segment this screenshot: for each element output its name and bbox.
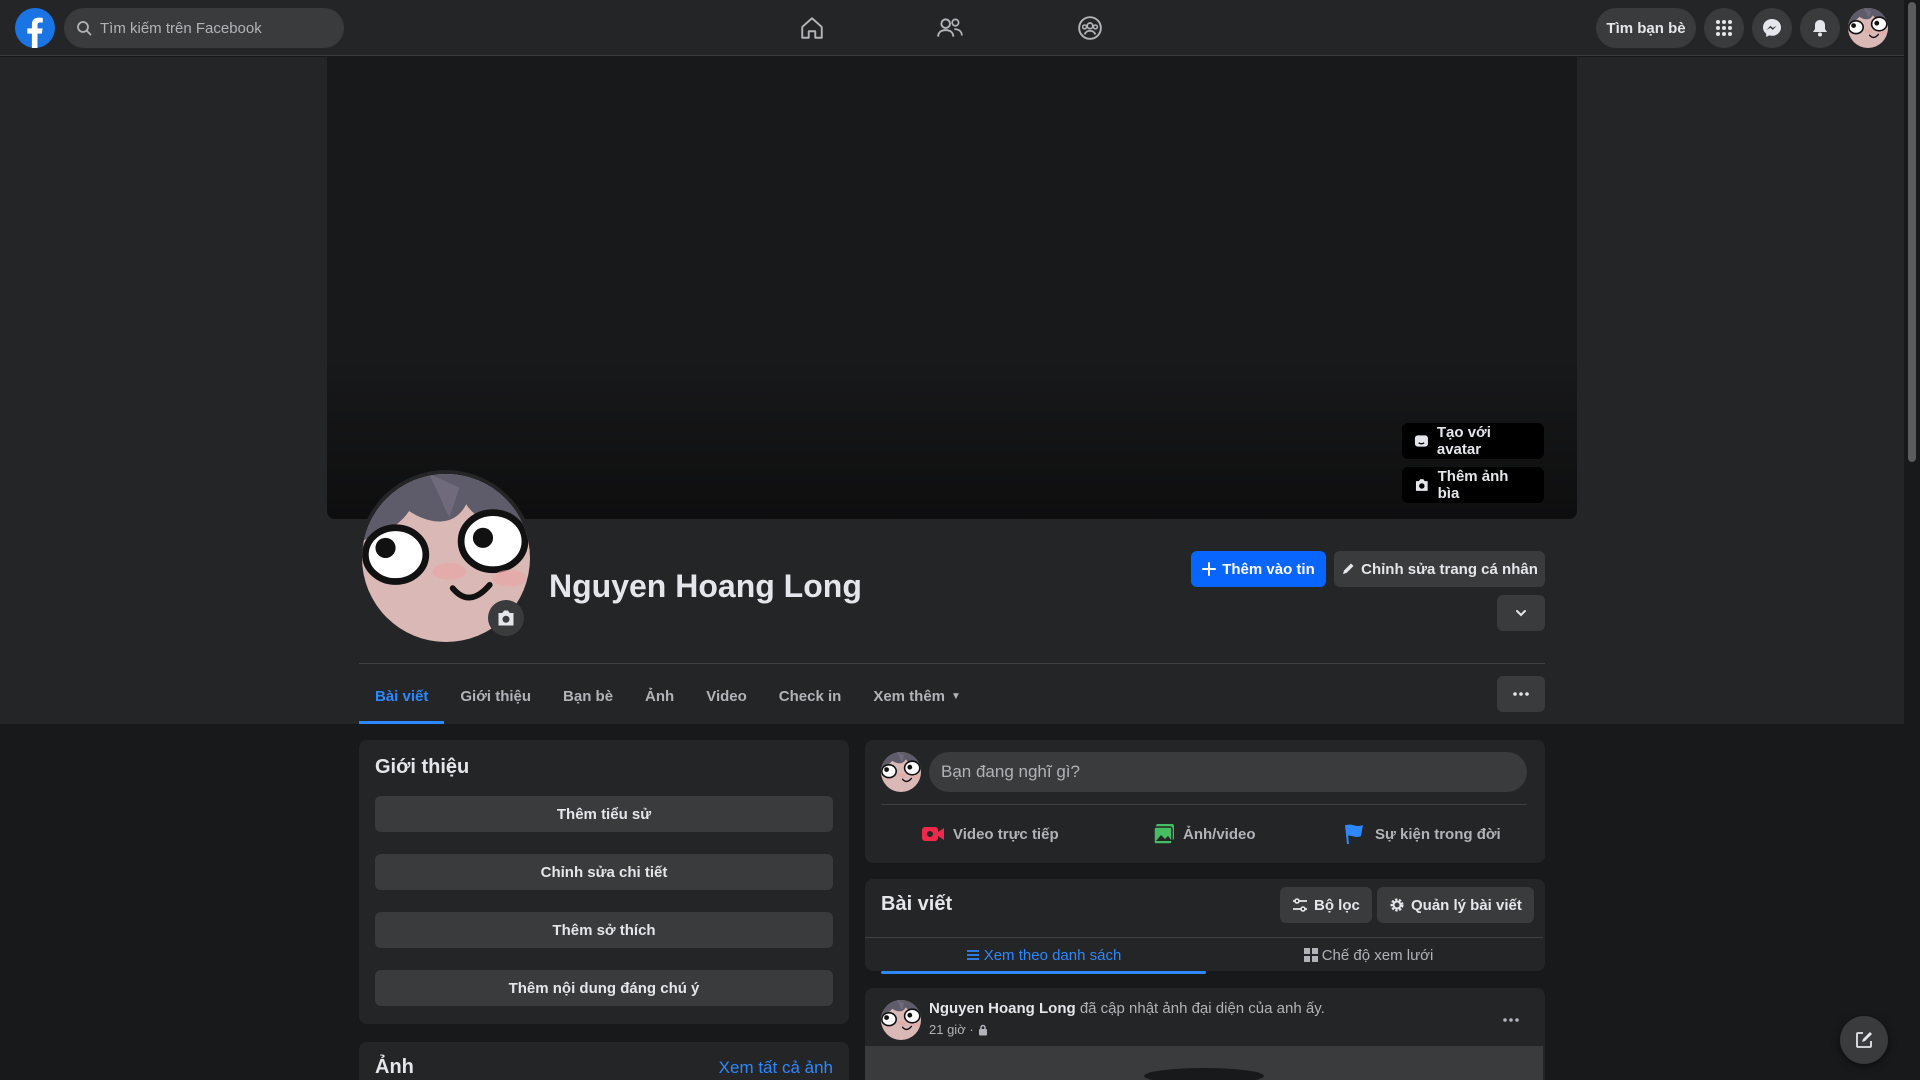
live-video-label: Video trực tiếp (953, 825, 1059, 843)
edit-profile-label: Chỉnh sửa trang cá nhân (1361, 560, 1538, 578)
search-input[interactable]: Tìm kiếm trên Facebook (64, 8, 344, 48)
grid-view-label: Chế độ xem lưới (1321, 946, 1434, 964)
grid-view-tab[interactable]: Chế độ xem lưới (1206, 937, 1531, 973)
live-video-button[interactable]: Video trực tiếp (921, 814, 1059, 854)
scrollbar-thumb[interactable] (1908, 2, 1916, 462)
flag-icon (1345, 824, 1363, 845)
find-friends-button[interactable]: Tìm bạn bè (1596, 8, 1696, 48)
chevron-down-icon[interactable] (1497, 595, 1545, 631)
active-tab-indicator (881, 971, 1206, 974)
cover-photo[interactable] (327, 57, 1577, 519)
tab-photos[interactable]: Ảnh (629, 668, 690, 724)
life-event-button[interactable]: Sự kiện trong đời (1343, 814, 1501, 854)
post-meta: 21 giờ · (929, 1022, 988, 1037)
top-navigation-bar: Tìm kiếm trên Facebook Tìm bạn bè (0, 0, 1904, 56)
profile-tabs: Bài viết Giới thiệu Bạn bè Ảnh Video Che… (359, 668, 977, 724)
tab-label: Xem thêm (873, 687, 946, 705)
tab-label: Check in (778, 687, 842, 705)
camera-icon (1415, 479, 1428, 491)
manage-posts-button[interactable]: Quản lý bài viết (1377, 887, 1534, 923)
add-cover-photo-label: Thêm ảnh bìa (1437, 468, 1509, 502)
scrollbar[interactable] (1904, 0, 1920, 1080)
friends-icon[interactable] (920, 8, 980, 48)
header-divider (359, 663, 1545, 664)
list-icon (966, 950, 979, 960)
tab-friends[interactable]: Bạn bè (547, 668, 629, 724)
tab-more[interactable]: Xem thêm ▼ (857, 668, 977, 724)
photo-video-button[interactable]: Ảnh/video (1153, 814, 1256, 854)
edit-details-button[interactable]: Chỉnh sửa chi tiết (375, 854, 833, 890)
groups-icon[interactable] (1060, 8, 1120, 48)
avatar[interactable] (1848, 8, 1888, 48)
filter-button[interactable]: Bộ lọc (1280, 887, 1372, 923)
photos-title: Ảnh (375, 1056, 414, 1078)
photo-video-label: Ảnh/video (1183, 825, 1256, 843)
plus-icon (1202, 562, 1217, 576)
posts-header-card: Bài viết Bộ lọc Quản lý bài viết Xem the… (865, 879, 1545, 974)
add-to-story-button[interactable]: Thêm vào tin (1191, 551, 1326, 587)
tab-posts[interactable]: Bài viết (359, 668, 445, 724)
post-headline: Nguyen Hoang Long đã cập nhật ảnh đại di… (929, 1000, 1325, 1017)
live-video-icon (922, 827, 944, 841)
tab-label: Ảnh (645, 687, 675, 705)
life-event-label: Sự kiện trong đời (1375, 825, 1501, 843)
post-action-text: đã cập nhật ảnh đại diện của anh ấy. (1079, 1000, 1325, 1017)
list-view-label: Xem theo danh sách (983, 946, 1122, 964)
create-with-avatar-button[interactable]: Tạo với avatar (1402, 423, 1544, 459)
search-icon (77, 21, 92, 36)
avatar[interactable] (881, 1000, 921, 1040)
avatar-sticker-icon (1414, 435, 1428, 447)
lock-icon (978, 1024, 987, 1035)
home-icon[interactable] (782, 8, 842, 48)
search-placeholder: Tìm kiếm trên Facebook (100, 19, 262, 37)
profile-name: Nguyen Hoang Long (549, 568, 862, 604)
post-image[interactable] (865, 1046, 1543, 1080)
photos-card: Ảnh Xem tất cả ảnh (359, 1042, 849, 1080)
grid-icon (1303, 948, 1318, 962)
new-message-icon[interactable] (1840, 1016, 1888, 1064)
posts-title: Bài viết (881, 893, 953, 915)
add-hobbies-button[interactable]: Thêm sở thích (375, 912, 833, 948)
add-cover-photo-button[interactable]: Thêm ảnh bìa (1402, 467, 1544, 503)
composer-input[interactable]: Bạn đang nghĩ gì? (929, 752, 1527, 792)
bell-icon[interactable] (1800, 8, 1840, 48)
tab-label: Bạn bè (563, 687, 614, 705)
add-featured-button[interactable]: Thêm nội dung đáng chú ý (375, 970, 833, 1006)
more-options-icon[interactable] (1497, 676, 1545, 712)
post-composer: Bạn đang nghĩ gì? Video trực tiếp Ảnh/vi… (865, 740, 1545, 863)
facebook-logo[interactable] (15, 8, 55, 48)
composer-divider (881, 804, 1527, 805)
photo-icon (1153, 824, 1174, 845)
tab-check-in[interactable]: Check in (763, 668, 858, 724)
edit-profile-button[interactable]: Chỉnh sửa trang cá nhân (1334, 551, 1545, 587)
feed-post: Nguyen Hoang Long đã cập nhật ảnh đại di… (865, 988, 1545, 1080)
tab-label: Video (706, 687, 747, 705)
create-with-avatar-label: Tạo với avatar (1436, 424, 1491, 458)
manage-posts-label: Quản lý bài viết (1411, 896, 1522, 914)
post-options-icon[interactable] (1493, 1002, 1529, 1038)
tab-label: Bài viết (375, 687, 429, 705)
tab-label: Giới thiệu (460, 687, 532, 705)
add-bio-button[interactable]: Thêm tiểu sử (375, 796, 833, 832)
see-all-photos-link[interactable]: Xem tất cả ảnh (719, 1058, 833, 1078)
tab-video[interactable]: Video (690, 668, 763, 724)
messenger-icon[interactable] (1752, 8, 1792, 48)
intro-title: Giới thiệu (375, 756, 470, 778)
add-to-story-label: Thêm vào tin (1222, 560, 1315, 578)
filter-icon (1293, 898, 1307, 912)
pencil-icon (1343, 563, 1354, 574)
menu-grid-icon[interactable] (1704, 8, 1744, 48)
update-profile-picture-icon[interactable] (488, 600, 524, 636)
tab-about[interactable]: Giới thiệu (444, 668, 547, 724)
gear-icon (1390, 898, 1404, 912)
list-view-tab[interactable]: Xem theo danh sách (881, 937, 1206, 973)
intro-card: Giới thiệu Thêm tiểu sử Chỉnh sửa chi ti… (359, 740, 849, 1024)
caret-down-icon: ▼ (951, 690, 961, 702)
filter-label: Bộ lọc (1314, 896, 1360, 914)
avatar (881, 752, 921, 792)
post-author[interactable]: Nguyen Hoang Long (929, 1000, 1076, 1017)
post-time[interactable]: 21 giờ · (929, 1022, 974, 1037)
